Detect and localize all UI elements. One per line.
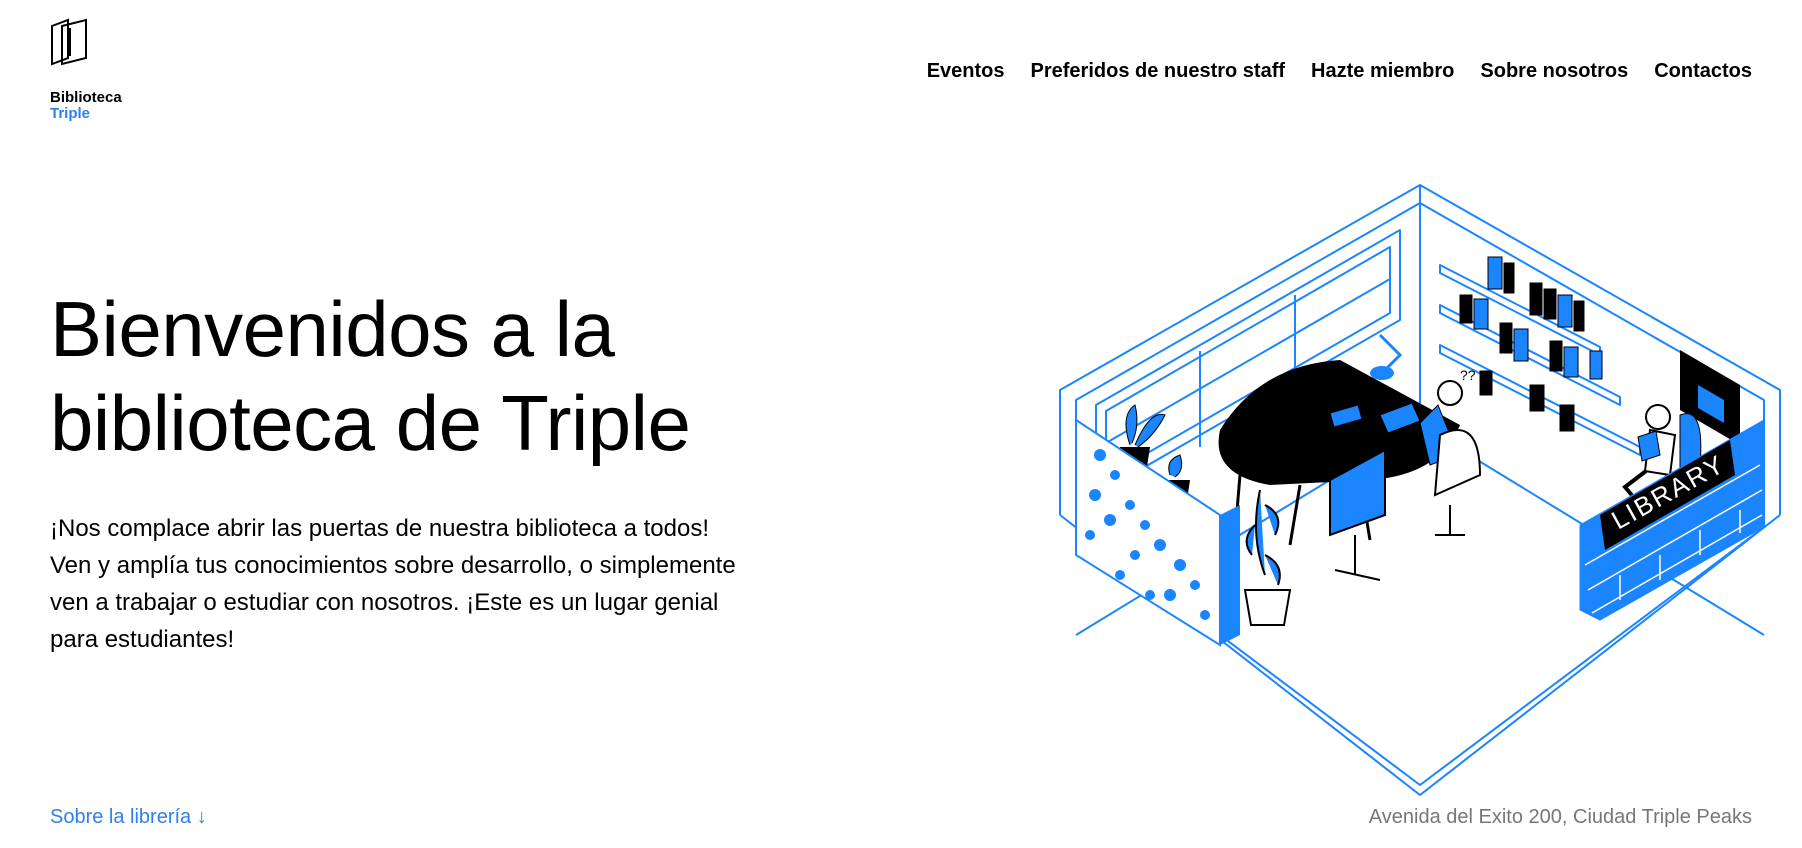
main-nav: Eventos Preferidos de nuestro staff Hazt… [927, 60, 1752, 83]
logo-text-line2: Triple [50, 105, 91, 122]
nav-item-membership[interactable]: Hazte miembro [1311, 60, 1454, 83]
nav-item-staff-picks[interactable]: Preferidos de nuestro staff [1031, 60, 1286, 83]
nav-item-eventos[interactable]: Eventos [927, 60, 1005, 83]
svg-text:??: ?? [1460, 367, 1476, 383]
hero-description: ¡Nos complace abrir las puertas de nuest… [50, 515, 736, 653]
about-library-link[interactable]: Sobre la librería ↓ [50, 806, 207, 829]
logo[interactable]: Biblioteca Triple [50, 18, 150, 122]
nav-item-contacts[interactable]: Contactos [1654, 60, 1752, 83]
hero-title: Bienvenidos a la biblioteca de Triple [50, 285, 691, 467]
nav-item-about[interactable]: Sobre nosotros [1480, 60, 1628, 83]
address-text: Avenida del Exito 200, Ciudad Triple Pea… [1368, 806, 1752, 828]
logo-icon [51, 18, 87, 66]
logo-text-line1: Biblioteca [50, 89, 122, 106]
library-illustration: ?? LIBRARY [1059, 184, 1781, 796]
